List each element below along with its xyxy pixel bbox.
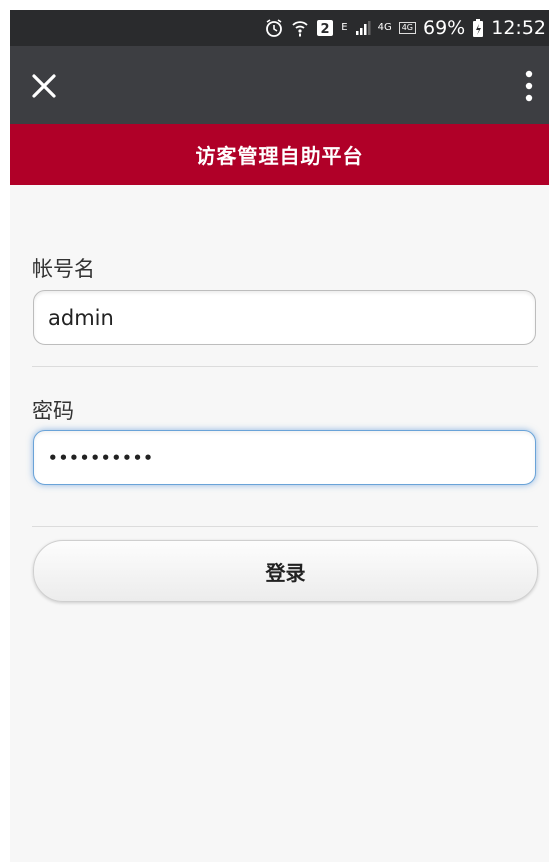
page-header: 访客管理自助平台 xyxy=(10,124,549,185)
battery-percent: 69% xyxy=(423,17,466,39)
password-label: 密码 xyxy=(32,399,74,423)
login-button-label: 登录 xyxy=(265,560,306,585)
alarm-icon xyxy=(264,18,284,38)
more-vert-icon xyxy=(525,70,533,102)
status-time: 12:52 xyxy=(491,17,546,39)
page-title: 访客管理自助平台 xyxy=(195,144,364,168)
close-button[interactable] xyxy=(28,70,60,102)
signal-type-4g: 4G xyxy=(377,22,392,33)
browser-toolbar xyxy=(10,46,549,124)
status-icons: 2 E 4G 4G 69% 12:52 xyxy=(264,10,546,46)
network-indicator: 4G xyxy=(398,22,416,34)
username-input[interactable]: admin xyxy=(33,290,536,345)
battery-icon xyxy=(472,18,484,38)
signal-type-e: E xyxy=(341,22,348,33)
password-value: •••••••••• xyxy=(48,448,154,467)
close-icon xyxy=(32,74,56,98)
sim-2-icon: 2 xyxy=(316,19,334,37)
divider xyxy=(32,366,538,367)
username-label: 帐号名 xyxy=(32,257,95,281)
wifi-icon xyxy=(291,18,309,38)
divider xyxy=(32,526,538,527)
phone-screen: 2 E 4G 4G 69% 12:52 访客管理自助平台 帐号名 admin 密… xyxy=(10,10,549,862)
svg-text:2: 2 xyxy=(321,22,330,37)
more-menu-button[interactable] xyxy=(521,66,537,106)
signal-bars-icon xyxy=(355,20,371,36)
status-bar: 2 E 4G 4G 69% 12:52 xyxy=(10,10,549,46)
username-value: admin xyxy=(48,305,114,330)
login-button[interactable]: 登录 xyxy=(33,540,538,602)
password-input[interactable]: •••••••••• xyxy=(33,430,536,485)
